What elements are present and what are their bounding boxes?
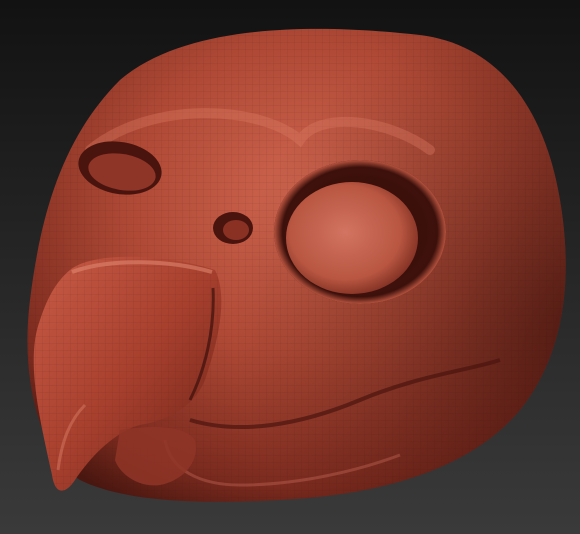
nostril (213, 212, 253, 244)
right-eye-socket (274, 160, 446, 304)
sculpt-viewport[interactable] (0, 0, 580, 534)
sculpt-render (0, 0, 580, 534)
